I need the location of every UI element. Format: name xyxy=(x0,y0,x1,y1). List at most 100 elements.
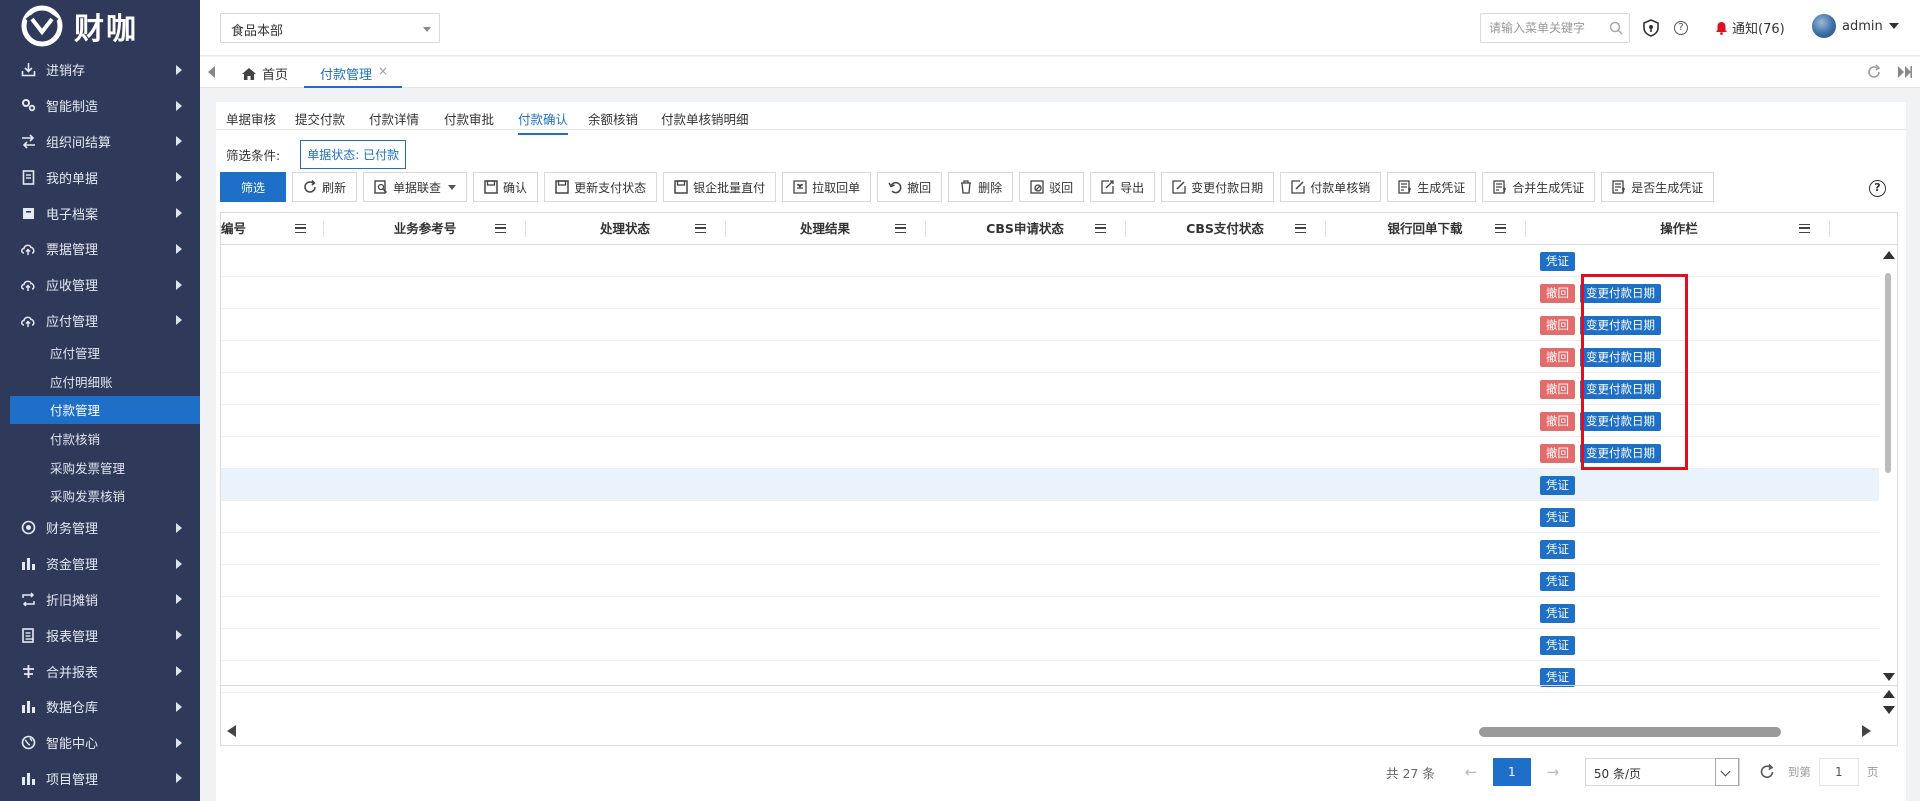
notification-button[interactable]: 通知(76) xyxy=(1715,18,1785,37)
scroll-thumb[interactable] xyxy=(1885,273,1891,473)
sidebar-subitem-0[interactable]: 应付管理 xyxy=(0,338,200,367)
toolbar-button-3[interactable]: 确认 xyxy=(473,172,539,202)
column-divider[interactable] xyxy=(323,221,324,237)
toolbar-button-9[interactable]: 驳回 xyxy=(1019,172,1085,202)
row-action-button[interactable]: 凭证 xyxy=(1540,636,1575,655)
sidebar-subitem-4[interactable]: 采购发票管理 xyxy=(0,453,200,482)
refresh-icon[interactable] xyxy=(1866,64,1882,80)
subtab-6[interactable]: 付款单核销明细 xyxy=(661,109,749,128)
column-header[interactable]: 操作栏 xyxy=(1619,213,1739,245)
sidebar-item-2[interactable]: 折旧摊销 xyxy=(0,582,200,618)
column-header[interactable]: 处理状态 xyxy=(565,213,685,245)
sidebar-item-5[interactable]: 票据管理 xyxy=(0,231,200,267)
row-action-button[interactable]: 凭证 xyxy=(1540,252,1575,271)
column-divider[interactable] xyxy=(1829,221,1830,237)
row-action-button[interactable]: 撤回 xyxy=(1540,284,1575,303)
toolbar-button-6[interactable]: 拉取回单 xyxy=(782,172,872,202)
horizontal-scrollbar[interactable] xyxy=(221,717,1897,745)
sidebar-item-0[interactable]: 财务管理 xyxy=(0,510,200,546)
subtab-3[interactable]: 付款审批 xyxy=(444,109,494,128)
subtab-2[interactable]: 付款详情 xyxy=(369,109,419,128)
subtab-1[interactable]: 提交付款 xyxy=(295,109,345,128)
column-divider[interactable] xyxy=(1125,221,1126,237)
column-divider[interactable] xyxy=(1525,221,1526,237)
help-icon[interactable]: ? xyxy=(1869,180,1886,197)
tab-home[interactable]: 首页 xyxy=(242,64,288,83)
org-select[interactable]: 食品本部 xyxy=(220,13,440,43)
table-row[interactable]: 凭证 xyxy=(221,629,1879,661)
table-row[interactable]: 凭证 xyxy=(221,245,1879,277)
column-header[interactable]: 银行回单下载 xyxy=(1365,213,1485,245)
scroll-down-icon[interactable] xyxy=(1883,673,1895,681)
row-action-button[interactable]: 凭证 xyxy=(1540,508,1575,527)
menu-search-input[interactable] xyxy=(1481,14,1601,42)
tab-payment-management[interactable]: 付款管理 × xyxy=(304,57,403,88)
toolbar-button-7[interactable]: 撤回 xyxy=(877,172,943,202)
column-header[interactable]: 业务参考号 xyxy=(365,213,485,245)
page-number-current[interactable]: 1 xyxy=(1492,758,1531,786)
row-action-button[interactable]: 撤回 xyxy=(1540,380,1575,399)
column-divider[interactable] xyxy=(925,221,926,237)
scroll-left-icon[interactable] xyxy=(227,725,236,737)
toolbar-button-1[interactable]: 刷新 xyxy=(292,172,358,202)
tab-scroll-left-icon[interactable] xyxy=(208,66,215,78)
scroll-right-icon[interactable] xyxy=(1862,725,1871,737)
toolbar-button-8[interactable]: 删除 xyxy=(948,172,1014,202)
sidebar-subitem-1[interactable]: 应付明细账 xyxy=(0,367,200,396)
table-row[interactable]: 凭证 xyxy=(221,533,1879,565)
shield-icon[interactable] xyxy=(1642,19,1660,37)
sidebar-item-6[interactable]: 智能中心 xyxy=(0,725,200,761)
table-row[interactable]: 凭证 xyxy=(221,469,1879,501)
toolbar-button-14[interactable]: 合并生成凭证 xyxy=(1482,172,1596,202)
row-action-button[interactable]: 撤回 xyxy=(1540,348,1575,367)
sidebar-item-7[interactable]: 应付管理 xyxy=(0,303,200,339)
row-action-button[interactable]: 撤回 xyxy=(1540,412,1575,431)
subtab-0[interactable]: 单据审核 xyxy=(226,109,276,128)
row-action-button[interactable]: 撤回 xyxy=(1540,444,1575,463)
sidebar-item-2[interactable]: 组织间结算 xyxy=(0,124,200,160)
next-page-button[interactable]: → xyxy=(1531,758,1575,786)
prev-page-button[interactable]: ← xyxy=(1449,758,1493,786)
user-menu[interactable]: admin xyxy=(1812,14,1899,38)
row-action-button[interactable]: 凭证 xyxy=(1540,604,1575,623)
column-divider[interactable] xyxy=(525,221,526,237)
column-menu-icon[interactable] xyxy=(1799,224,1810,233)
toolbar-button-13[interactable]: 生成凭证 xyxy=(1387,172,1477,202)
row-action-button[interactable]: 凭证 xyxy=(1540,540,1575,559)
sidebar-item-3[interactable]: 我的单据 xyxy=(0,159,200,195)
sidebar-subitem-2[interactable]: 付款管理 xyxy=(10,395,200,425)
toolbar-button-11[interactable]: 变更付款日期 xyxy=(1161,172,1275,202)
filter-chip[interactable]: 单据状态: 已付款 xyxy=(300,140,407,169)
sidebar-item-7[interactable]: 项目管理 xyxy=(0,761,200,797)
row-action-button[interactable]: 凭证 xyxy=(1540,572,1575,591)
vertical-scrollbar[interactable] xyxy=(1879,245,1897,685)
toolbar-button-4[interactable]: 更新支付状态 xyxy=(544,172,658,202)
sidebar-subitem-5[interactable]: 采购发票核销 xyxy=(0,481,200,510)
close-icon[interactable]: × xyxy=(378,64,388,86)
column-menu-icon[interactable] xyxy=(1295,224,1306,233)
sidebar-item-4[interactable]: 合并报表 xyxy=(0,653,200,689)
column-menu-icon[interactable] xyxy=(1095,224,1106,233)
page-size-select[interactable]: 50 条/页 xyxy=(1584,758,1740,786)
goto-page-input[interactable]: 1 xyxy=(1818,758,1859,786)
scroll-down-icon[interactable] xyxy=(1883,706,1895,714)
toolbar-button-0[interactable]: 筛选 xyxy=(220,172,287,202)
column-divider[interactable] xyxy=(725,221,726,237)
scroll-thumb[interactable] xyxy=(1479,727,1781,737)
sidebar-item-6[interactable]: 应收管理 xyxy=(0,267,200,303)
help-icon[interactable]: ? xyxy=(1674,21,1688,35)
sidebar-item-1[interactable]: 智能制造 xyxy=(0,88,200,124)
column-menu-icon[interactable] xyxy=(695,224,706,233)
column-divider[interactable] xyxy=(1325,221,1326,237)
sidebar-item-3[interactable]: 报表管理 xyxy=(0,617,200,653)
column-header[interactable]: 编号 xyxy=(221,213,247,245)
table-row[interactable]: 凭证 xyxy=(221,565,1879,597)
refresh-icon[interactable] xyxy=(1758,763,1776,781)
subtab-4[interactable]: 付款确认 xyxy=(518,109,569,135)
column-header[interactable]: CBS支付状态 xyxy=(1165,213,1285,245)
sidebar-item-0[interactable]: 进销存 xyxy=(0,52,200,88)
row-action-button[interactable]: 撤回 xyxy=(1540,316,1575,335)
sidebar-item-5[interactable]: 数据仓库 xyxy=(0,689,200,725)
toolbar-button-2[interactable]: 单据联查 xyxy=(363,172,468,202)
toolbar-button-10[interactable]: 导出 xyxy=(1090,172,1156,202)
